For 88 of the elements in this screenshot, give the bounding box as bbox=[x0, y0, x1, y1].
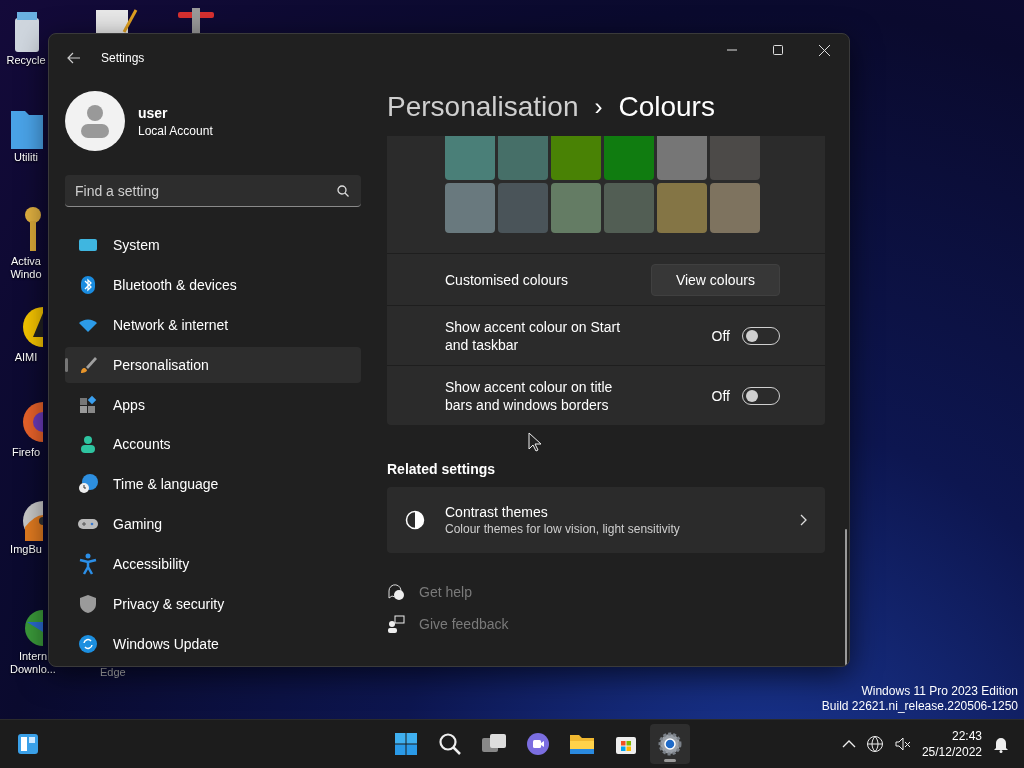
settings-icon bbox=[658, 732, 682, 756]
contrast-icon bbox=[405, 510, 425, 530]
clock-time[interactable]: 22:43 bbox=[951, 728, 982, 744]
view-colours-button[interactable]: View colours bbox=[650, 263, 780, 296]
desktop-icon-label: Edge bbox=[100, 666, 126, 678]
sync-icon bbox=[78, 634, 98, 654]
apps-icon bbox=[78, 394, 98, 415]
toggle-state: Off bbox=[711, 387, 730, 404]
maximize-icon bbox=[773, 45, 783, 55]
account-type: Local Account bbox=[138, 123, 213, 138]
desktop-icon-label: AIMI bbox=[13, 351, 39, 364]
card-subtitle: Colour themes for low vision, light sensitivity bbox=[445, 522, 680, 536]
clock-date[interactable]: 25/12/2022 bbox=[921, 744, 982, 760]
colour-swatch[interactable] bbox=[710, 183, 760, 233]
get-help-link[interactable]: Get help bbox=[387, 583, 825, 601]
contrast-themes-card[interactable]: Contrast themes Colour themes for low vision, light sensitivity bbox=[387, 487, 825, 553]
sidebar-item[interactable]: Apps bbox=[65, 386, 361, 423]
display-icon bbox=[78, 236, 98, 253]
desktop-icon-label: Activa Windo bbox=[9, 255, 43, 281]
setting-label: Customised colours bbox=[445, 270, 569, 289]
sidebar-item[interactable]: Gaming bbox=[65, 506, 361, 543]
notepad-icon[interactable] bbox=[94, 8, 138, 34]
colour-swatch[interactable] bbox=[498, 136, 548, 180]
search-icon bbox=[438, 732, 462, 756]
accessibility-icon bbox=[79, 553, 97, 576]
colour-swatch[interactable] bbox=[604, 136, 654, 180]
mouse-pointer-icon bbox=[528, 432, 544, 452]
colour-swatch[interactable] bbox=[657, 136, 707, 180]
settings-button[interactable] bbox=[650, 724, 690, 764]
help-icon bbox=[387, 583, 405, 601]
colour-swatch[interactable] bbox=[498, 183, 548, 233]
brush-icon bbox=[78, 354, 98, 375]
chevron-up-icon[interactable] bbox=[841, 740, 856, 748]
bluetooth-icon bbox=[80, 274, 96, 295]
edition-text: Windows 11 Pro 2023 Edition bbox=[860, 684, 1018, 699]
person-icon bbox=[78, 434, 98, 455]
notification-bell-icon[interactable] bbox=[992, 735, 1010, 753]
colour-swatch[interactable] bbox=[551, 183, 601, 233]
chat-icon bbox=[526, 732, 550, 756]
search-icon bbox=[337, 185, 349, 197]
feedback-icon bbox=[387, 615, 405, 633]
desktop-icon-label: ImgBu bbox=[9, 543, 43, 556]
section-heading: Related settings bbox=[387, 461, 497, 477]
toggle-state: Off bbox=[711, 327, 730, 344]
desktop-icon-label: Utiliti bbox=[13, 151, 39, 164]
wifi-icon bbox=[78, 316, 98, 333]
colour-swatch[interactable] bbox=[445, 183, 495, 233]
page-title: Colours bbox=[618, 91, 715, 123]
sidebar-item[interactable]: Accounts bbox=[65, 426, 361, 463]
desktop-icon-label: Intern Downlo... bbox=[9, 650, 57, 676]
window-title: Settings bbox=[101, 51, 145, 65]
colour-swatch[interactable] bbox=[710, 136, 760, 180]
close-icon bbox=[818, 44, 830, 56]
user-name: user bbox=[138, 104, 169, 121]
build-text: Build 22621.ni_release.220506-1250 bbox=[821, 699, 1018, 714]
scroll-bar[interactable] bbox=[845, 529, 847, 666]
setting-label: Show accent colour on title bars and windows borders bbox=[445, 377, 614, 414]
sidebar-item[interactable]: Personalisation bbox=[65, 346, 361, 383]
feedback-link[interactable]: Give feedback bbox=[387, 615, 825, 633]
setting-label: Show accent colour on Start and taskbar bbox=[445, 317, 622, 354]
avatar[interactable] bbox=[65, 91, 125, 151]
tap-icon[interactable] bbox=[176, 8, 216, 34]
colour-swatch[interactable] bbox=[551, 136, 601, 180]
chevron-right-icon bbox=[800, 514, 807, 526]
desktop-icon-label: Recycle bbox=[5, 54, 47, 67]
sidebar-item[interactable]: Time & language bbox=[65, 466, 361, 503]
speaker-muted-icon[interactable] bbox=[893, 735, 912, 753]
card-title: Contrast themes bbox=[445, 504, 549, 520]
widgets-icon bbox=[16, 732, 40, 756]
search-field[interactable]: Find a setting bbox=[65, 175, 361, 207]
colour-swatch[interactable] bbox=[445, 136, 495, 180]
shield-icon bbox=[79, 594, 97, 615]
breadcrumb-separator: › bbox=[594, 93, 603, 121]
sidebar-item[interactable]: Network & internet bbox=[65, 306, 361, 343]
desktop-icon-label: Firefo bbox=[10, 446, 42, 459]
sidebar-item[interactable]: Accessibility bbox=[65, 546, 361, 583]
sidebar-item[interactable]: Bluetooth & devices bbox=[65, 266, 361, 303]
globe-clock-icon bbox=[77, 473, 99, 496]
start-icon bbox=[394, 732, 418, 756]
sidebar-item[interactable]: Windows Update bbox=[65, 626, 361, 662]
globe-icon[interactable] bbox=[865, 735, 884, 753]
breadcrumb-parent[interactable]: Personalisation bbox=[387, 91, 579, 123]
sidebar-item[interactable]: Privacy & security bbox=[65, 586, 361, 623]
colour-swatch[interactable] bbox=[604, 183, 654, 233]
colour-swatch[interactable] bbox=[657, 183, 707, 233]
sidebar-item[interactable]: System bbox=[65, 227, 361, 263]
back-arrow-icon bbox=[67, 52, 81, 64]
file-explorer-icon bbox=[569, 733, 595, 755]
